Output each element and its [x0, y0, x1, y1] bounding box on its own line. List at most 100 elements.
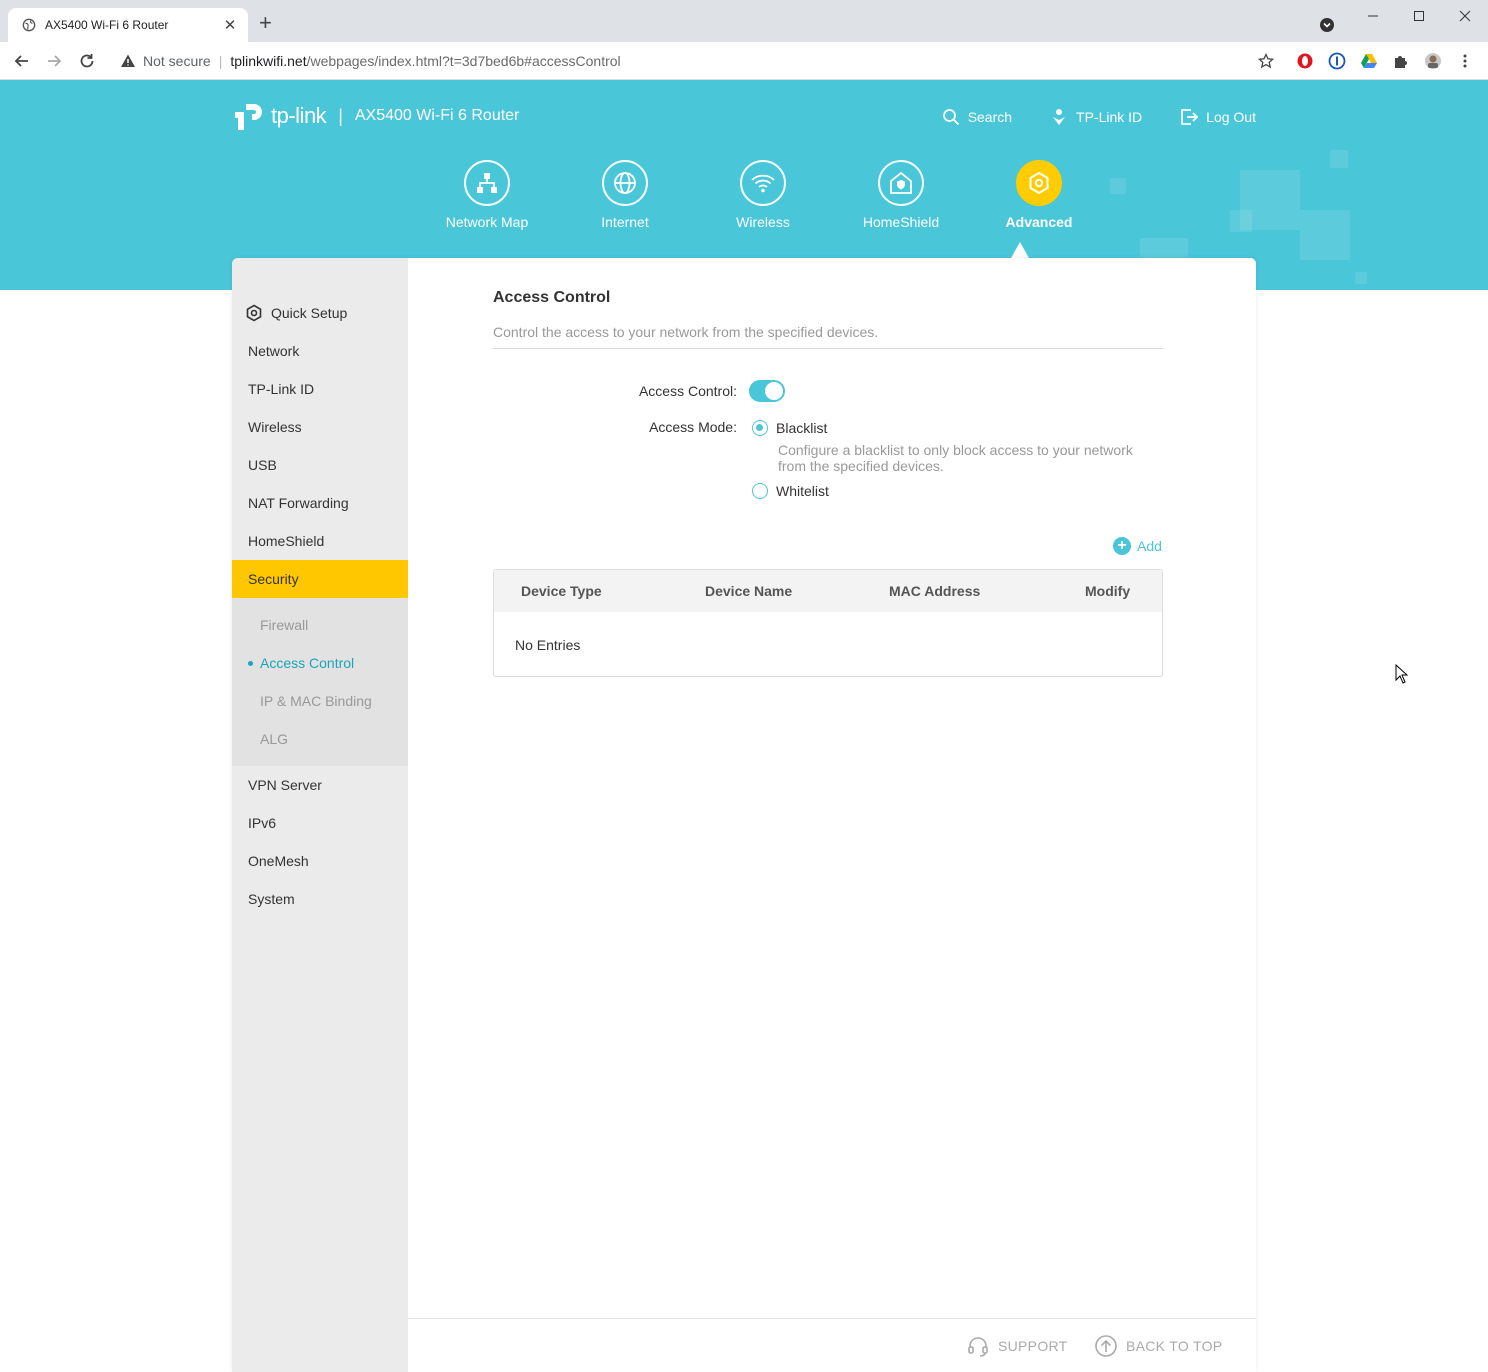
sidebar-item-security[interactable]: Security	[232, 560, 408, 598]
submenu-item-firewall[interactable]: Firewall	[232, 606, 408, 644]
header-decoration	[1300, 210, 1350, 260]
tab-search-icon[interactable]	[1319, 17, 1335, 33]
blacklist-label[interactable]: Blacklist	[776, 420, 827, 436]
extensions-puzzle-icon[interactable]	[1392, 52, 1410, 70]
sidebar-item-system[interactable]: System	[232, 880, 408, 918]
nav-advanced[interactable]: Advanced	[970, 160, 1108, 230]
sidebar-item-label: System	[248, 891, 295, 907]
blacklist-radio[interactable]	[752, 420, 768, 436]
column-header-device-name: Device Name	[705, 583, 793, 599]
header-decoration	[1330, 150, 1348, 168]
profile-avatar-icon[interactable]	[1424, 52, 1442, 70]
drive-extension-icon[interactable]	[1360, 52, 1378, 70]
section-divider	[493, 348, 1163, 349]
mouse-cursor-icon	[1395, 664, 1409, 684]
back-arrow-icon[interactable]	[12, 51, 32, 71]
nav-label: Internet	[601, 214, 649, 230]
blacklist-hint: Configure a blacklist to only block acce…	[778, 442, 1133, 474]
header-links: Search TP-Link ID Log Out	[942, 108, 1256, 126]
submenu-item-ip-mac-binding[interactable]: IP & MAC Binding	[232, 682, 408, 720]
sidebar-item-wireless[interactable]: Wireless	[232, 408, 408, 446]
new-tab-button[interactable]: +	[259, 12, 272, 34]
sidebar-item-ipv6[interactable]: IPv6	[232, 804, 408, 842]
forward-arrow-icon[interactable]	[44, 51, 64, 71]
address-bar[interactable]: Not secure | tplinkwifi.net/webpages/ind…	[108, 46, 1288, 76]
table-header: Device Type Device Name MAC Address Modi…	[494, 570, 1162, 612]
nav-label: Advanced	[1005, 214, 1073, 230]
column-header-device-type: Device Type	[521, 583, 602, 599]
tplink-logo[interactable]: tp-link | AX5400 Wi-Fi 6 Router	[232, 98, 519, 134]
add-device-button[interactable]: + Add	[1113, 537, 1162, 555]
browser-menu-icon[interactable]	[1456, 52, 1474, 70]
browser-tab[interactable]: AX5400 Wi-Fi 6 Router ✕	[8, 8, 248, 42]
page-title: Access Control	[493, 289, 611, 306]
support-link[interactable]: SUPPORT	[966, 1334, 1068, 1358]
column-header-mac-address: MAC Address	[889, 583, 981, 599]
nav-icon-circle	[602, 160, 648, 206]
headset-icon	[968, 1337, 988, 1357]
toggle-knob	[765, 382, 783, 400]
submenu-item-access-control[interactable]: Access Control	[232, 644, 408, 682]
sidebar-item-label: VPN Server	[248, 777, 322, 793]
back-to-top-link[interactable]: BACK TO TOP	[1094, 1334, 1222, 1358]
tplink-id-link[interactable]: TP-Link ID	[1050, 108, 1142, 126]
sidebar-item-onemesh[interactable]: OneMesh	[232, 842, 408, 880]
logout-link[interactable]: Log Out	[1180, 108, 1256, 126]
browser-toolbar: Not secure | tplinkwifi.net/webpages/ind…	[0, 42, 1488, 80]
close-tab-icon[interactable]: ✕	[222, 16, 238, 34]
sidebar-item-tplink-id[interactable]: TP-Link ID	[232, 370, 408, 408]
url-host: tplinkwifi.net	[230, 53, 307, 69]
maximize-button[interactable]	[1396, 0, 1442, 32]
sidebar-item-label: Wireless	[248, 419, 302, 435]
search-icon	[942, 109, 959, 126]
browser-tabstrip: AX5400 Wi-Fi 6 Router ✕ +	[0, 0, 1488, 42]
access-control-table: Device Type Device Name MAC Address Modi…	[493, 569, 1163, 677]
opera-extension-icon[interactable]	[1296, 52, 1314, 70]
sidebar-item-vpn-server[interactable]: VPN Server	[232, 766, 408, 804]
reload-icon[interactable]	[77, 51, 97, 71]
window-controls	[1350, 0, 1488, 32]
add-plus-icon: +	[1113, 537, 1131, 555]
tplink-logo-icon	[235, 104, 262, 130]
search-link[interactable]: Search	[942, 108, 1012, 126]
sidebar-item-network[interactable]: Network	[232, 332, 408, 370]
search-label: Search	[967, 109, 1013, 125]
support-label: SUPPORT	[998, 1338, 1068, 1354]
nav-icon-circle	[878, 160, 924, 206]
nav-label: Wireless	[736, 214, 790, 230]
gear-icon	[1029, 171, 1049, 195]
tplink-id-label: TP-Link ID	[1076, 109, 1143, 125]
submenu-item-alg[interactable]: ALG	[232, 720, 408, 758]
tplink-id-icon	[1053, 109, 1066, 125]
minimize-button[interactable]	[1350, 0, 1396, 32]
nav-internet[interactable]: Internet	[556, 160, 694, 230]
access-control-toggle[interactable]	[749, 380, 785, 402]
submenu-item-label: ALG	[260, 731, 289, 747]
main-navigation: Network Map Internet Wireless HomeShield…	[418, 160, 1108, 230]
table-empty-message: No Entries	[515, 637, 581, 653]
nav-homeshield[interactable]: HomeShield	[832, 160, 970, 230]
homeshield-icon	[890, 171, 912, 194]
close-window-button[interactable]	[1442, 0, 1488, 32]
nav-wireless[interactable]: Wireless	[694, 160, 832, 230]
sidebar-item-nat-forwarding[interactable]: NAT Forwarding	[232, 484, 408, 522]
header-decoration	[1230, 210, 1252, 232]
header-decoration	[1355, 272, 1367, 284]
bookmark-star-icon[interactable]	[1258, 53, 1274, 69]
sidebar-item-homeshield[interactable]: HomeShield	[232, 522, 408, 560]
sidebar-item-usb[interactable]: USB	[232, 446, 408, 484]
url-path: /webpages/index.html?t=3d7bed6b#accessCo…	[306, 53, 621, 69]
not-secure-label: Not secure	[143, 53, 211, 69]
warning-icon	[121, 54, 135, 67]
whitelist-radio[interactable]	[752, 483, 768, 499]
whitelist-label[interactable]: Whitelist	[776, 483, 829, 499]
nav-network-map[interactable]: Network Map	[418, 160, 556, 230]
password-manager-extension-icon[interactable]	[1328, 52, 1346, 70]
content-area: Access Control Control the access to you…	[408, 258, 1256, 1372]
tab-title: AX5400 Wi-Fi 6 Router	[45, 18, 169, 32]
maximize-icon	[1414, 11, 1424, 21]
access-control-label: Access Control:	[638, 383, 737, 399]
column-header-modify: Modify	[1085, 583, 1131, 599]
sidebar-item-label: Quick Setup	[271, 305, 348, 321]
sidebar-item-quick-setup[interactable]: Quick Setup	[232, 294, 408, 332]
